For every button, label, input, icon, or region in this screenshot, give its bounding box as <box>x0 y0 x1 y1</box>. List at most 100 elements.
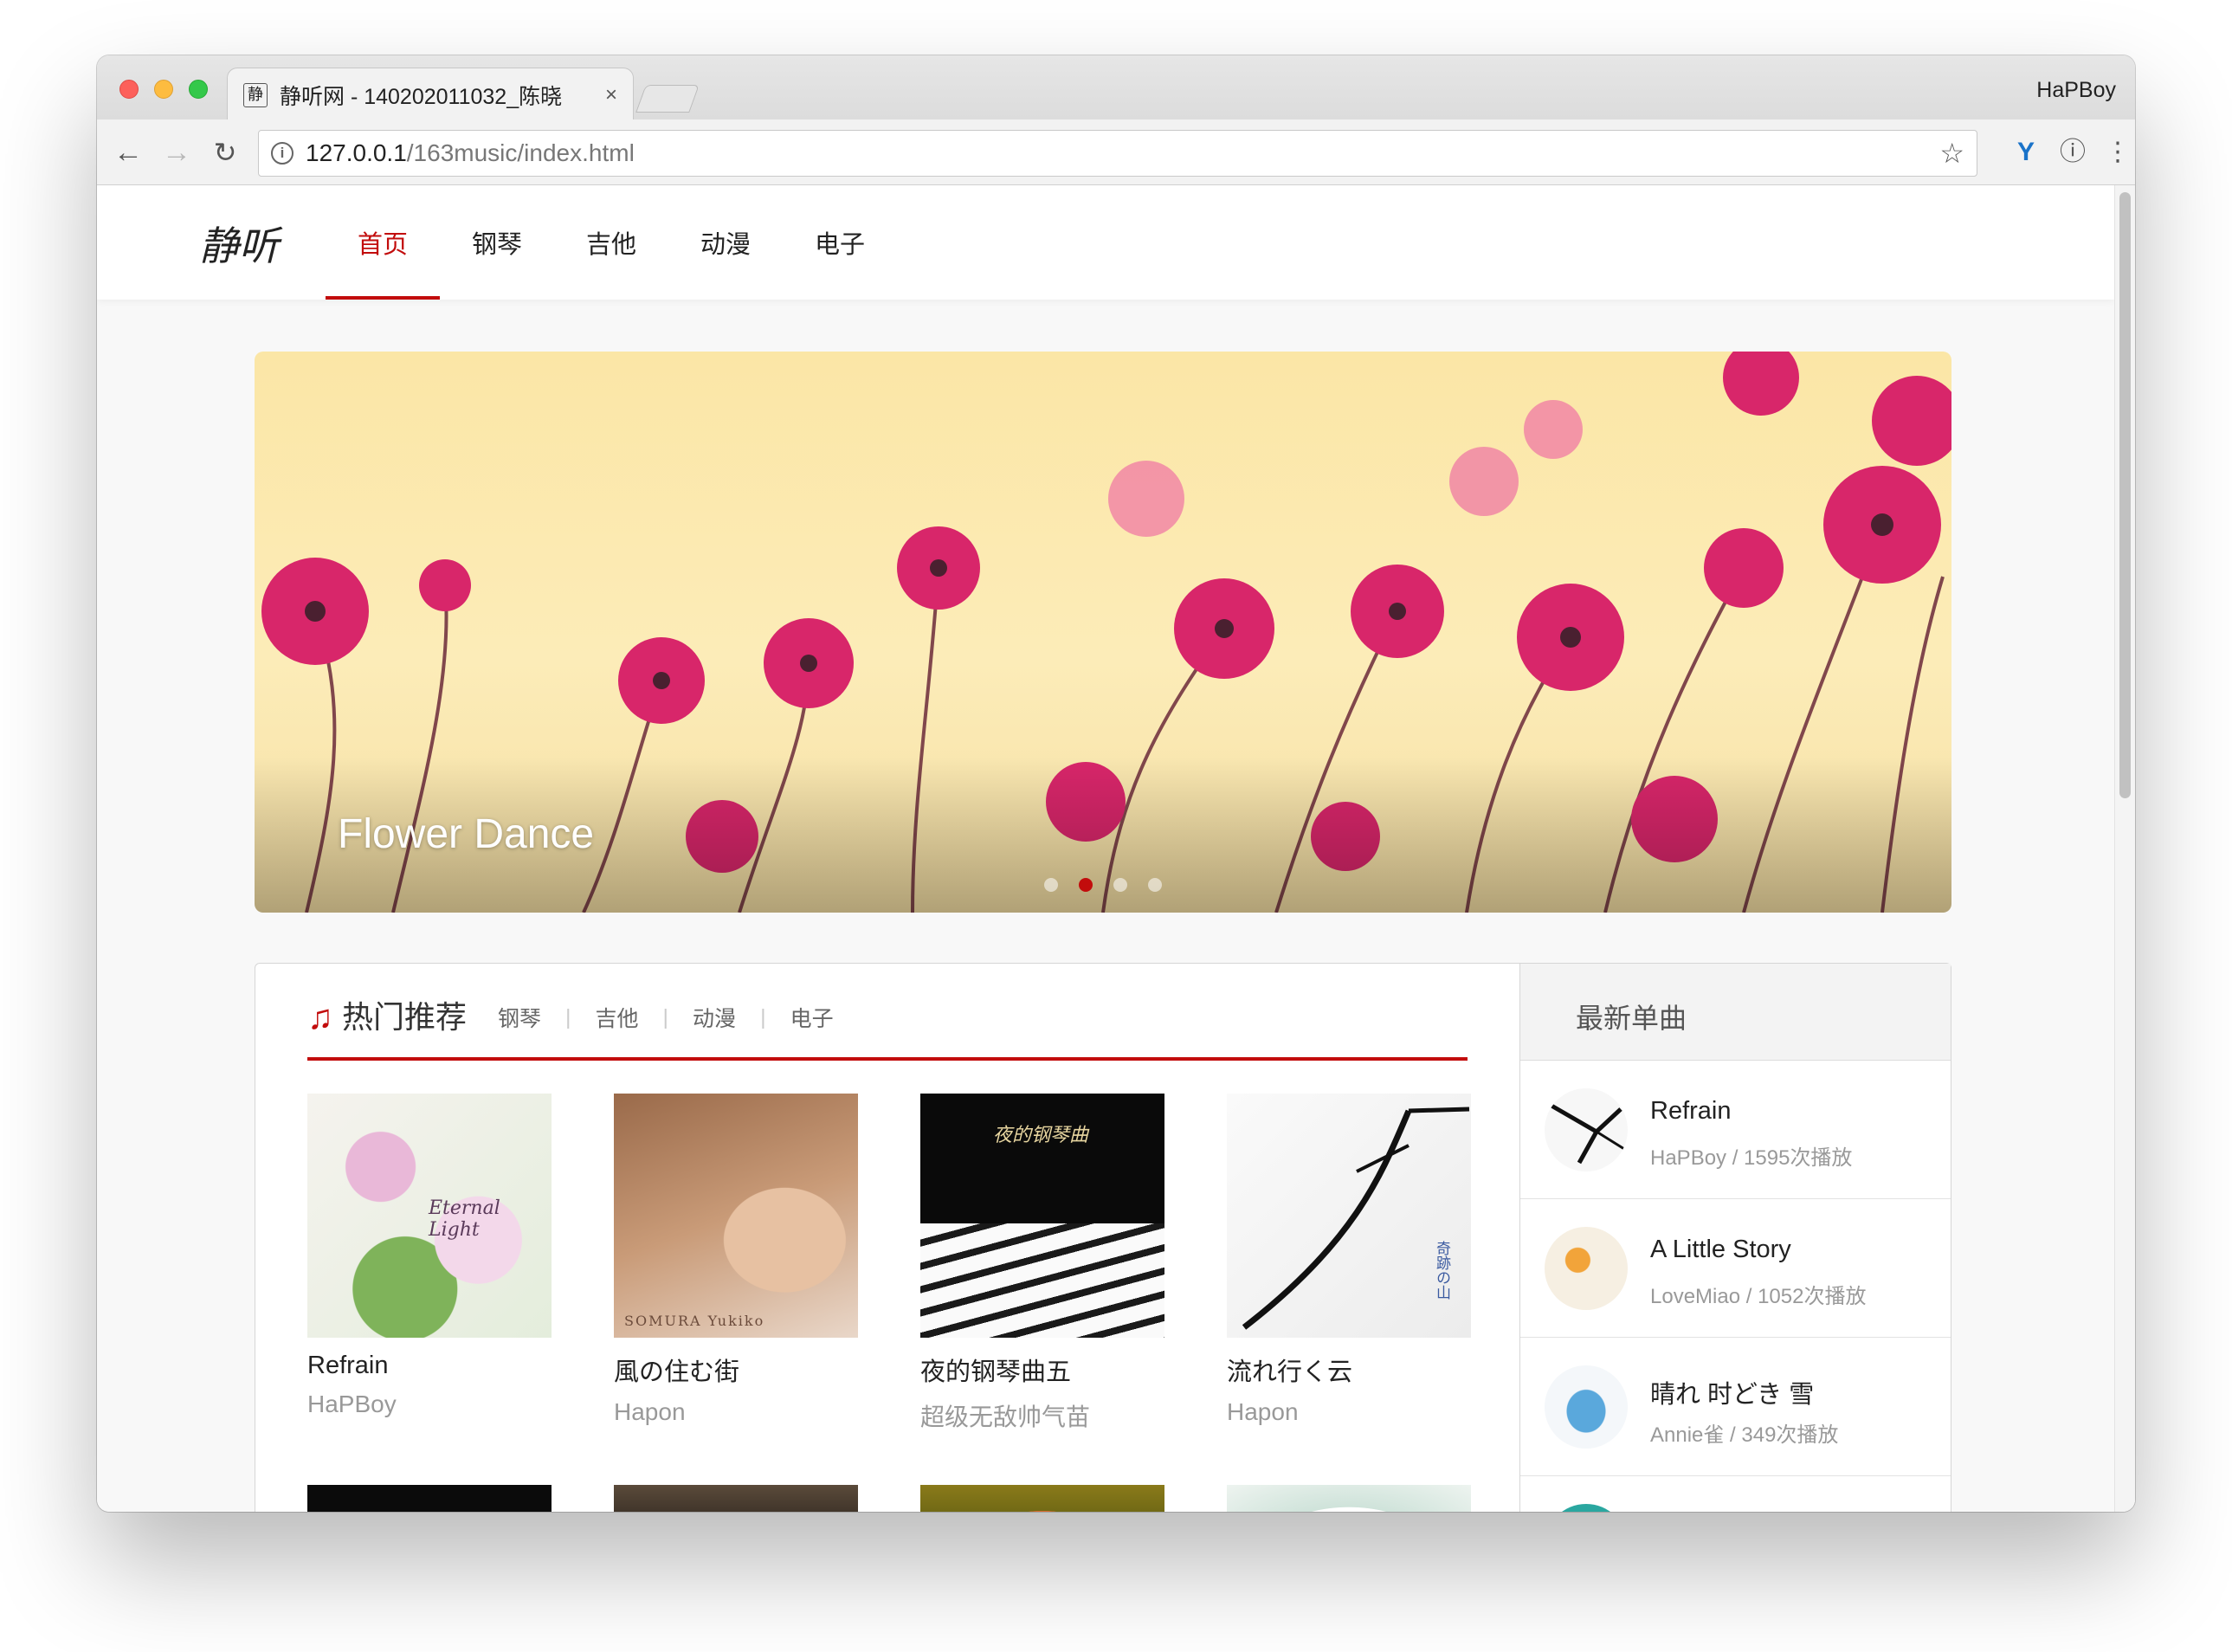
hot-tab-guitar[interactable]: 吉他 <box>596 1002 639 1033</box>
nav-item-electronic[interactable]: 电子 <box>783 185 897 300</box>
album-card[interactable]: Eternal Light Refrain HaPBoy <box>307 1094 552 1418</box>
reload-icon[interactable]: ↻ <box>208 135 242 170</box>
nav-item-guitar[interactable]: 吉他 <box>554 185 668 300</box>
song-item[interactable]: A Little Story LoveMiao / 1052次播放 <box>1520 1199 1951 1338</box>
album-card[interactable] <box>307 1485 552 1512</box>
tab-separator: | <box>662 1004 669 1029</box>
carousel-dot[interactable] <box>1148 878 1162 892</box>
latest-songs-title: 最新单曲 <box>1520 964 1951 1061</box>
url-text[interactable]: 127.0.0.1/163music/index.html <box>306 139 1939 167</box>
album-cover-text: 夜的钢琴曲 <box>993 1125 1089 1146</box>
album-name[interactable]: 流れ行く云 <box>1227 1352 1471 1388</box>
album-artist[interactable]: 超级无敌帅气苗 <box>920 1398 1164 1433</box>
music-note-icon: ♫ <box>307 998 333 1036</box>
url-path: /163music/index.html <box>406 139 635 166</box>
album-name[interactable]: 風の住む街 <box>614 1352 858 1388</box>
tab-title: 静听网 - 140202011032_陈晓 <box>280 84 563 109</box>
song-item[interactable]: Refrain HaPBoy / 1595次播放 <box>1520 1061 1951 1199</box>
carousel-dot[interactable] <box>1044 878 1058 892</box>
nav-item-anime[interactable]: 动漫 <box>668 185 783 300</box>
song-item-partial[interactable] <box>1520 1476 1951 1512</box>
album-cover[interactable]: SOMURA Yukiko <box>614 1094 858 1338</box>
profile-name[interactable]: HaPBoy <box>2036 78 2116 103</box>
back-arrow-icon[interactable]: ← <box>111 135 145 170</box>
close-window-button[interactable] <box>119 80 139 99</box>
extension-y-icon[interactable]: Y <box>2009 135 2043 170</box>
brush-stroke-art <box>1242 1107 1470 1330</box>
nav-item-home[interactable]: 首页 <box>326 185 440 300</box>
album-cover[interactable]: Eternal Light <box>307 1094 552 1338</box>
site-header: 静听 首页 钢琴 吉他 动漫 电子 <box>97 185 2114 300</box>
album-cover[interactable] <box>920 1485 1164 1512</box>
song-meta: LoveMiao / 1052次播放 <box>1650 1285 1867 1308</box>
album-cover[interactable] <box>307 1485 552 1512</box>
album-card[interactable] <box>1227 1485 1471 1512</box>
album-artist[interactable]: Hapon <box>614 1398 858 1426</box>
album-cover[interactable]: 夜的钢琴曲 <box>920 1094 1164 1338</box>
latest-songs-panel: 最新单曲 Refrain HaPBoy / 1595次播放 A Little S… <box>1519 964 1951 1512</box>
nav-item-piano[interactable]: 钢琴 <box>440 185 554 300</box>
hot-recommend-header: ♫ 热门推荐 钢琴 | 吉他 | 动漫 | 电子 <box>307 998 1468 1061</box>
minimize-window-button[interactable] <box>154 80 173 99</box>
album-artist[interactable]: HaPBoy <box>307 1391 552 1418</box>
album-cover[interactable] <box>614 1485 858 1512</box>
album-card[interactable]: 奇跡の山 流れ行く云 Hapon <box>1227 1094 1471 1426</box>
tab-close-icon[interactable]: × <box>605 83 617 107</box>
album-cover-text: Eternal Light <box>429 1197 500 1241</box>
album-card[interactable]: SOMURA Yukiko 風の住む街 Hapon <box>614 1094 858 1426</box>
album-card[interactable] <box>614 1485 858 1512</box>
new-tab-button[interactable] <box>635 85 700 113</box>
zoom-window-button[interactable] <box>189 80 208 99</box>
hero-banner[interactable]: Flower Dance <box>255 352 1951 913</box>
song-meta: Annie雀 / 349次播放 <box>1650 1423 1839 1447</box>
song-thumbnail[interactable] <box>1545 1365 1628 1449</box>
song-thumbnail[interactable] <box>1545 1504 1628 1512</box>
banner-title[interactable]: Flower Dance <box>338 810 594 858</box>
kebab-menu-icon[interactable]: ⋮ <box>2100 135 2135 170</box>
main-nav: 首页 钢琴 吉他 动漫 电子 <box>326 185 897 300</box>
song-title[interactable]: 晴れ 时どき 雪 <box>1650 1374 1814 1410</box>
title-bar: 静 静听网 - 140202011032_陈晓 × HaPBoy <box>97 55 2135 121</box>
song-meta: HaPBoy / 1595次播放 <box>1650 1146 1853 1170</box>
tab-separator: | <box>760 1004 766 1029</box>
content-panel: ♫ 热门推荐 钢琴 | 吉他 | 动漫 | 电子 Eternal Light R… <box>255 963 1951 1512</box>
page-viewport: 静听 首页 钢琴 吉他 动漫 电子 Flower Dance ♫ 热门推荐 钢琴… <box>97 185 2135 1512</box>
tab-separator: | <box>565 1004 571 1029</box>
song-item[interactable]: 晴れ 时どき 雪 Annie雀 / 349次播放 <box>1520 1338 1951 1476</box>
album-cover[interactable] <box>1227 1485 1471 1512</box>
song-thumbnail[interactable] <box>1545 1088 1628 1171</box>
hot-tab-electronic[interactable]: 电子 <box>790 1002 834 1033</box>
browser-window: 静 静听网 - 140202011032_陈晓 × HaPBoy ← → ↻ i… <box>97 55 2135 1512</box>
address-bar[interactable]: i 127.0.0.1/163music/index.html ☆ <box>258 130 1977 177</box>
site-logo[interactable]: 静听 <box>199 215 279 272</box>
star-icon[interactable]: ☆ <box>1939 137 1964 170</box>
favicon-icon: 静 <box>243 82 268 107</box>
browser-tab[interactable]: 静 静听网 - 140202011032_陈晓 × <box>227 68 634 121</box>
branch-art <box>1550 1103 1625 1165</box>
url-host: 127.0.0.1 <box>306 139 407 166</box>
song-thumbnail[interactable] <box>1545 1227 1628 1310</box>
album-cover-text: SOMURA Yukiko <box>624 1313 765 1329</box>
scrollbar-thumb[interactable] <box>2119 192 2131 798</box>
hot-tabs: 钢琴 | 吉他 | 动漫 | 电子 <box>498 998 834 1036</box>
album-cover-text: 奇跡の山 <box>1434 1241 1450 1300</box>
song-title[interactable]: Refrain <box>1650 1097 1732 1126</box>
scrollbar[interactable] <box>2114 185 2135 1512</box>
album-card[interactable]: 夜的钢琴曲 夜的钢琴曲五 超级无敌帅气苗 <box>920 1094 1164 1433</box>
album-card[interactable] <box>920 1485 1164 1512</box>
extension-info-icon[interactable]: ⓘ <box>2055 135 2090 170</box>
hot-tab-anime[interactable]: 动漫 <box>693 1002 736 1033</box>
album-name[interactable]: 夜的钢琴曲五 <box>920 1352 1164 1388</box>
browser-toolbar: ← → ↻ i 127.0.0.1/163music/index.html ☆ … <box>97 119 2135 185</box>
album-name[interactable]: Refrain <box>307 1352 552 1380</box>
hot-recommend-title: 热门推荐 <box>342 999 468 1035</box>
carousel-dot[interactable] <box>1113 878 1127 892</box>
song-title[interactable]: A Little Story <box>1650 1236 1791 1264</box>
info-icon[interactable]: i <box>271 142 294 165</box>
hot-tab-piano[interactable]: 钢琴 <box>498 1002 541 1033</box>
album-cover[interactable]: 奇跡の山 <box>1227 1094 1471 1338</box>
carousel-dots <box>1044 878 1162 892</box>
forward-arrow-icon[interactable]: → <box>159 135 194 170</box>
album-artist[interactable]: Hapon <box>1227 1398 1471 1426</box>
carousel-dot-active[interactable] <box>1079 878 1093 892</box>
